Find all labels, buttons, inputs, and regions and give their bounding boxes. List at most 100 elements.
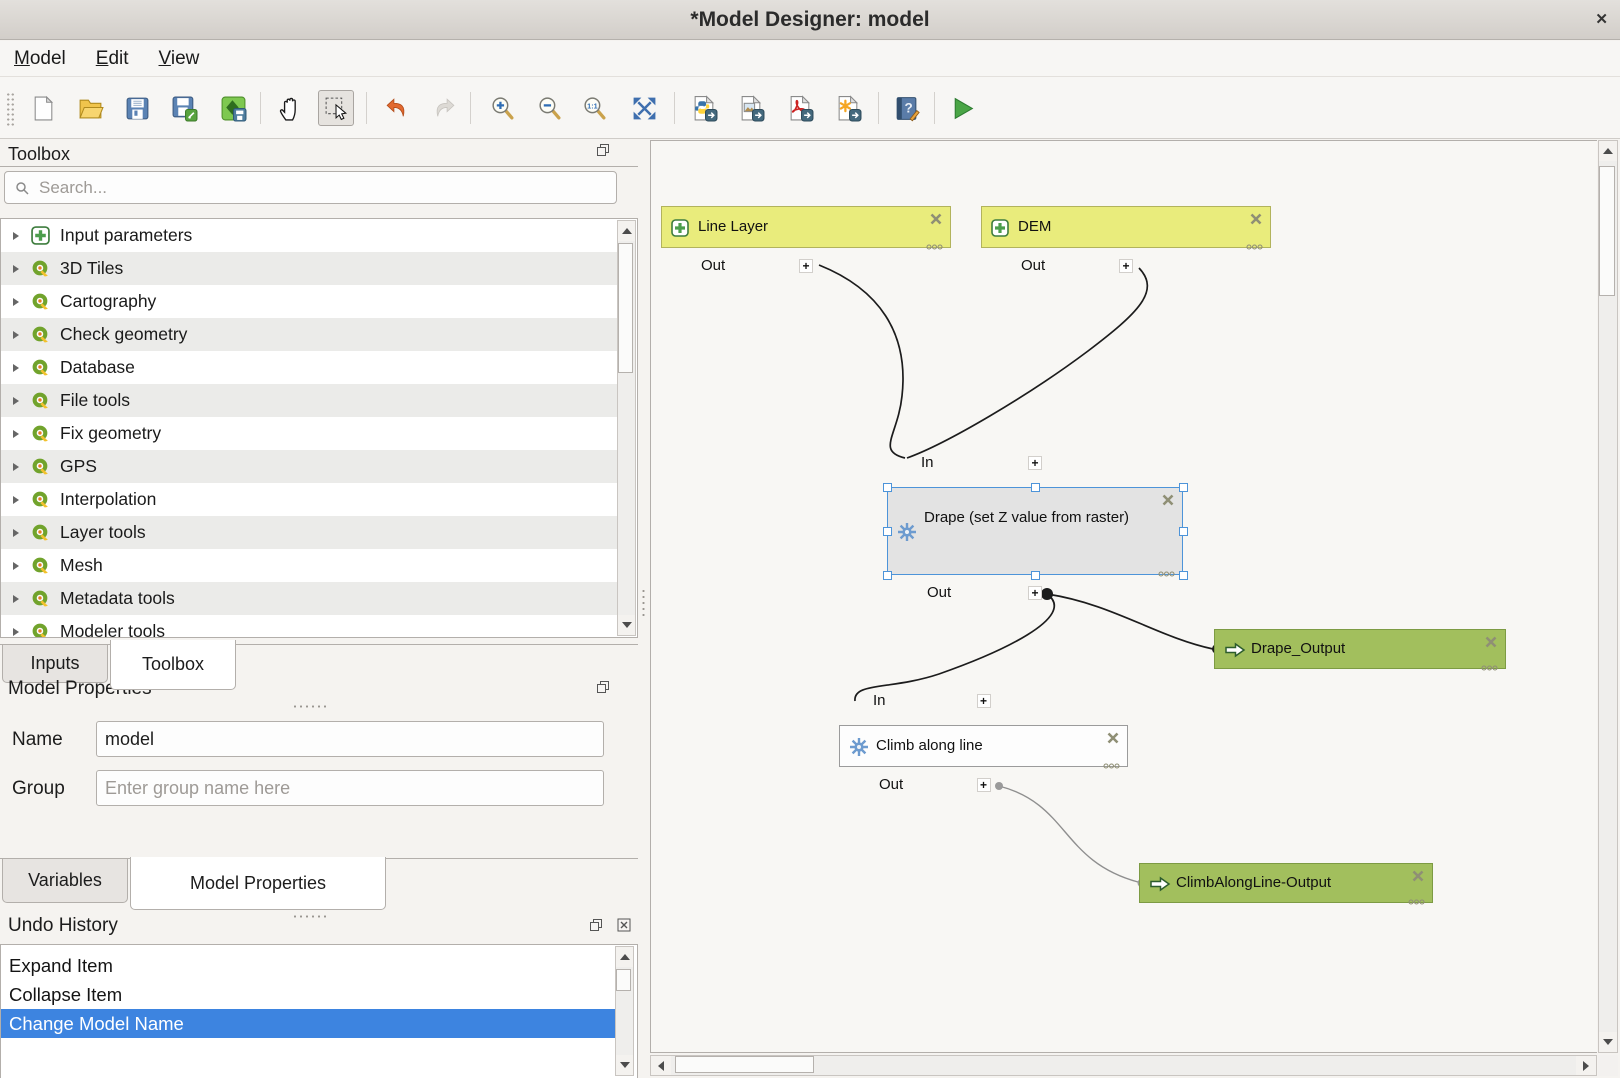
- save-model-in-project-button[interactable]: [215, 90, 251, 126]
- toolbox-item-layer-tools[interactable]: Layer tools: [1, 516, 617, 549]
- line-layer-out-expand-button[interactable]: +: [799, 259, 813, 273]
- undo-history-float-icon[interactable]: [589, 918, 603, 932]
- expander-icon[interactable]: [13, 430, 19, 438]
- toolbox-item-mesh[interactable]: Mesh: [1, 549, 617, 582]
- scroll-down-button[interactable]: [618, 615, 635, 635]
- node-dem[interactable]: DEM: [981, 206, 1271, 248]
- drape-in-expand-button[interactable]: +: [1028, 456, 1042, 470]
- new-model-button[interactable]: [25, 90, 61, 126]
- zoom-full-button[interactable]: [626, 90, 662, 126]
- selection-handle[interactable]: [883, 483, 892, 492]
- selection-handle[interactable]: [1031, 483, 1040, 492]
- toolbox-item-check-geometry[interactable]: Check geometry: [1, 318, 617, 351]
- node-line-layer[interactable]: Line Layer: [661, 206, 951, 248]
- scroll-right-button[interactable]: [1576, 1056, 1596, 1075]
- selection-handle[interactable]: [1179, 527, 1188, 536]
- node-delete-icon[interactable]: [1161, 493, 1175, 507]
- export-as-image-button[interactable]: [733, 90, 769, 126]
- tab-variables[interactable]: Variables: [2, 859, 128, 903]
- expander-icon[interactable]: [13, 331, 19, 339]
- menu-view[interactable]: View: [159, 48, 200, 70]
- node-delete-icon[interactable]: [929, 212, 943, 226]
- zoom-actual-button[interactable]: 1:1: [576, 90, 612, 126]
- toolbox-item-database[interactable]: Database: [1, 351, 617, 384]
- expander-icon[interactable]: [13, 529, 19, 537]
- node-delete-icon[interactable]: [1484, 635, 1498, 649]
- selection-handle[interactable]: [883, 527, 892, 536]
- model-group-field[interactable]: [96, 770, 604, 806]
- menu-model[interactable]: Model: [14, 48, 66, 70]
- open-model-button[interactable]: [72, 90, 108, 126]
- select-button[interactable]: [318, 90, 354, 126]
- scroll-up-button[interactable]: [616, 947, 633, 967]
- splitter-handle[interactable]: [292, 704, 328, 709]
- selection-handle[interactable]: [1179, 483, 1188, 492]
- expander-icon[interactable]: [13, 463, 19, 471]
- climb-along-line-out-expand-button[interactable]: +: [977, 778, 991, 792]
- node-drape[interactable]: Drape (set Z value from raster): [887, 487, 1183, 575]
- scroll-up-button[interactable]: [1599, 141, 1617, 161]
- node-drape-output[interactable]: Drape_Output: [1214, 629, 1506, 669]
- export-as-python-button[interactable]: [686, 90, 722, 126]
- splitter-handle[interactable]: [292, 914, 328, 919]
- panel-canvas-splitter[interactable]: [641, 588, 646, 618]
- undo-item-expand-item[interactable]: Expand Item: [1, 951, 616, 980]
- expander-icon[interactable]: [13, 562, 19, 570]
- selection-handle[interactable]: [1031, 571, 1040, 580]
- scrollbar-thumb[interactable]: [1599, 166, 1615, 296]
- toolbox-item-metadata-tools[interactable]: Metadata tools: [1, 582, 617, 615]
- drape-out-expand-button[interactable]: +: [1028, 586, 1042, 600]
- expander-icon[interactable]: [13, 628, 19, 636]
- expander-icon[interactable]: [13, 232, 19, 240]
- toolbox-item-file-tools[interactable]: File tools: [1, 384, 617, 417]
- save-model-button[interactable]: [119, 90, 155, 126]
- toolbar-grip[interactable]: [6, 92, 15, 126]
- node-delete-icon[interactable]: [1106, 731, 1120, 745]
- scroll-left-button[interactable]: [651, 1056, 671, 1075]
- node-delete-icon[interactable]: [1411, 869, 1425, 883]
- selection-handle[interactable]: [1179, 571, 1188, 580]
- toolbox-float-icon[interactable]: [596, 143, 610, 157]
- toolbox-item-fix-geometry[interactable]: Fix geometry: [1, 417, 617, 450]
- climb-along-line-in-expand-button[interactable]: +: [977, 694, 991, 708]
- toolbox-item-gps[interactable]: GPS: [1, 450, 617, 483]
- scrollbar-thumb[interactable]: [675, 1056, 814, 1073]
- scroll-down-button[interactable]: [616, 1055, 633, 1075]
- expander-icon[interactable]: [13, 298, 19, 306]
- window-close-button[interactable]: ✕: [1595, 10, 1608, 28]
- scrollbar-thumb[interactable]: [618, 243, 633, 373]
- toolbox-item-interpolation[interactable]: Interpolation: [1, 483, 617, 516]
- node-climbalongline-output[interactable]: ClimbAlongLine-Output: [1139, 863, 1433, 903]
- toolbox-item-cartography[interactable]: Cartography: [1, 285, 617, 318]
- dem-out-expand-button[interactable]: +: [1119, 259, 1133, 273]
- expander-icon[interactable]: [13, 265, 19, 273]
- expander-icon[interactable]: [13, 397, 19, 405]
- toolbox-item-3d-tiles[interactable]: 3D Tiles: [1, 252, 617, 285]
- redo-button[interactable]: [426, 90, 462, 126]
- expander-icon[interactable]: [13, 595, 19, 603]
- undo-item-change-model-name[interactable]: Change Model Name: [1, 1009, 616, 1038]
- zoom-in-button[interactable]: [484, 90, 520, 126]
- node-climb-along-line[interactable]: Climb along line: [839, 725, 1128, 767]
- edit-help-button[interactable]: ?: [888, 90, 924, 126]
- export-as-svg-button[interactable]: [830, 90, 866, 126]
- expander-icon[interactable]: [13, 496, 19, 504]
- model-properties-float-icon[interactable]: [596, 680, 610, 694]
- zoom-out-button[interactable]: [531, 90, 567, 126]
- export-as-pdf-button[interactable]: [782, 90, 818, 126]
- scroll-down-button[interactable]: [1599, 1032, 1617, 1052]
- pan-button[interactable]: [272, 90, 308, 126]
- scroll-up-button[interactable]: [618, 221, 635, 241]
- toolbox-item-input-parameters[interactable]: Input parameters: [1, 219, 617, 252]
- run-model-button[interactable]: [944, 90, 980, 126]
- undo-item-collapse-item[interactable]: Collapse Item: [1, 980, 616, 1009]
- search-input[interactable]: [37, 177, 577, 199]
- save-model-as-button[interactable]: [166, 90, 202, 126]
- scrollbar-thumb[interactable]: [616, 969, 631, 991]
- selection-handle[interactable]: [883, 571, 892, 580]
- toolbox-item-modeler-tools[interactable]: Modeler tools: [1, 615, 617, 638]
- undo-button[interactable]: [378, 90, 414, 126]
- tab-toolbox[interactable]: Toolbox: [110, 640, 236, 690]
- expander-icon[interactable]: [13, 364, 19, 372]
- node-delete-icon[interactable]: [1249, 212, 1263, 226]
